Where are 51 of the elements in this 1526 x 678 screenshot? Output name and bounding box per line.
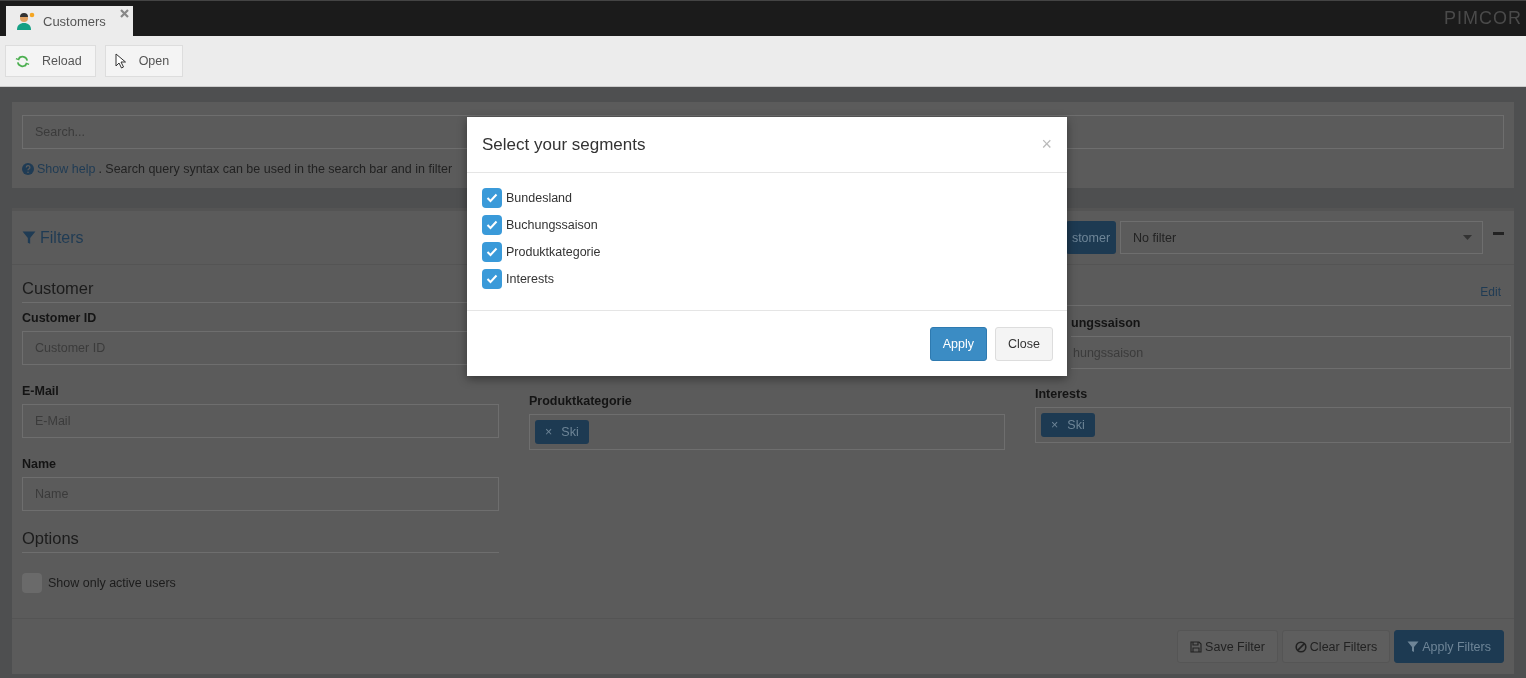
checkmark-icon	[486, 274, 498, 284]
reload-button[interactable]: Reload	[5, 45, 96, 77]
section-heading: Options	[22, 527, 499, 553]
checkbox[interactable]	[482, 269, 502, 289]
checkbox[interactable]	[482, 242, 502, 262]
close-icon[interactable]	[120, 9, 129, 18]
close-button[interactable]: ×	[1041, 134, 1052, 155]
open-button[interactable]: Open	[104, 45, 184, 77]
checkbox[interactable]	[482, 215, 502, 235]
tag-field[interactable]: × Ski	[1035, 407, 1511, 443]
customers-tab[interactable]: Customers	[6, 6, 133, 36]
show-help-link[interactable]: Show help	[37, 162, 96, 176]
field-label: Produktkategorie	[529, 394, 633, 408]
remove-tag-button[interactable]: ×	[545, 425, 553, 439]
field-label: ungssaison	[1071, 316, 1142, 330]
segment-button[interactable]: stomer	[1066, 221, 1116, 254]
tag-field[interactable]: × Ski	[529, 414, 1005, 450]
filter-icon	[1407, 640, 1420, 653]
filter-select[interactable]: No filter	[1120, 221, 1483, 254]
help-icon	[22, 163, 34, 175]
reload-icon	[15, 53, 30, 69]
field-label: Customer ID	[22, 311, 98, 325]
edit-link[interactable]: Edit	[1480, 285, 1501, 299]
filters-title: Filters	[40, 228, 84, 247]
checkmark-icon	[486, 193, 498, 203]
save-filter-button[interactable]: Save Filter	[1177, 630, 1278, 663]
prohibited-icon	[1294, 640, 1307, 653]
help-text: . Search query syntax can be used in the search bar and in filter	[98, 162, 453, 176]
caret-icon	[1463, 235, 1472, 240]
tag[interactable]: × Ski	[535, 420, 589, 444]
checkbox-label: Buchungssaison	[506, 218, 598, 232]
checkbox[interactable]	[482, 188, 502, 208]
filter-icon	[22, 230, 36, 245]
checkbox-label: Show only active users	[48, 576, 176, 590]
field-label: Name	[22, 457, 58, 471]
checkbox-label: Produktkategorie	[506, 245, 601, 259]
checkbox-label: Interests	[506, 272, 554, 286]
field-label: Interests	[1035, 387, 1089, 401]
tag[interactable]: × Ski	[1041, 413, 1095, 437]
person-icon	[17, 12, 35, 30]
checkbox-label: Bundesland	[506, 191, 573, 205]
clear-filter-button[interactable]: Clear Filters	[1281, 630, 1391, 663]
dialog-title: Select your segments	[482, 134, 646, 155]
close-button[interactable]: Close	[995, 326, 1053, 361]
pointer-icon	[114, 53, 127, 69]
field-label: E-Mail	[22, 384, 60, 398]
checkmark-icon	[486, 247, 498, 257]
checkmark-icon	[486, 220, 498, 230]
remove-tag-button[interactable]: ×	[1051, 418, 1059, 432]
apply-button[interactable]: Apply	[929, 326, 988, 361]
apply-filter-button[interactable]: Apply Filters	[1394, 630, 1504, 663]
